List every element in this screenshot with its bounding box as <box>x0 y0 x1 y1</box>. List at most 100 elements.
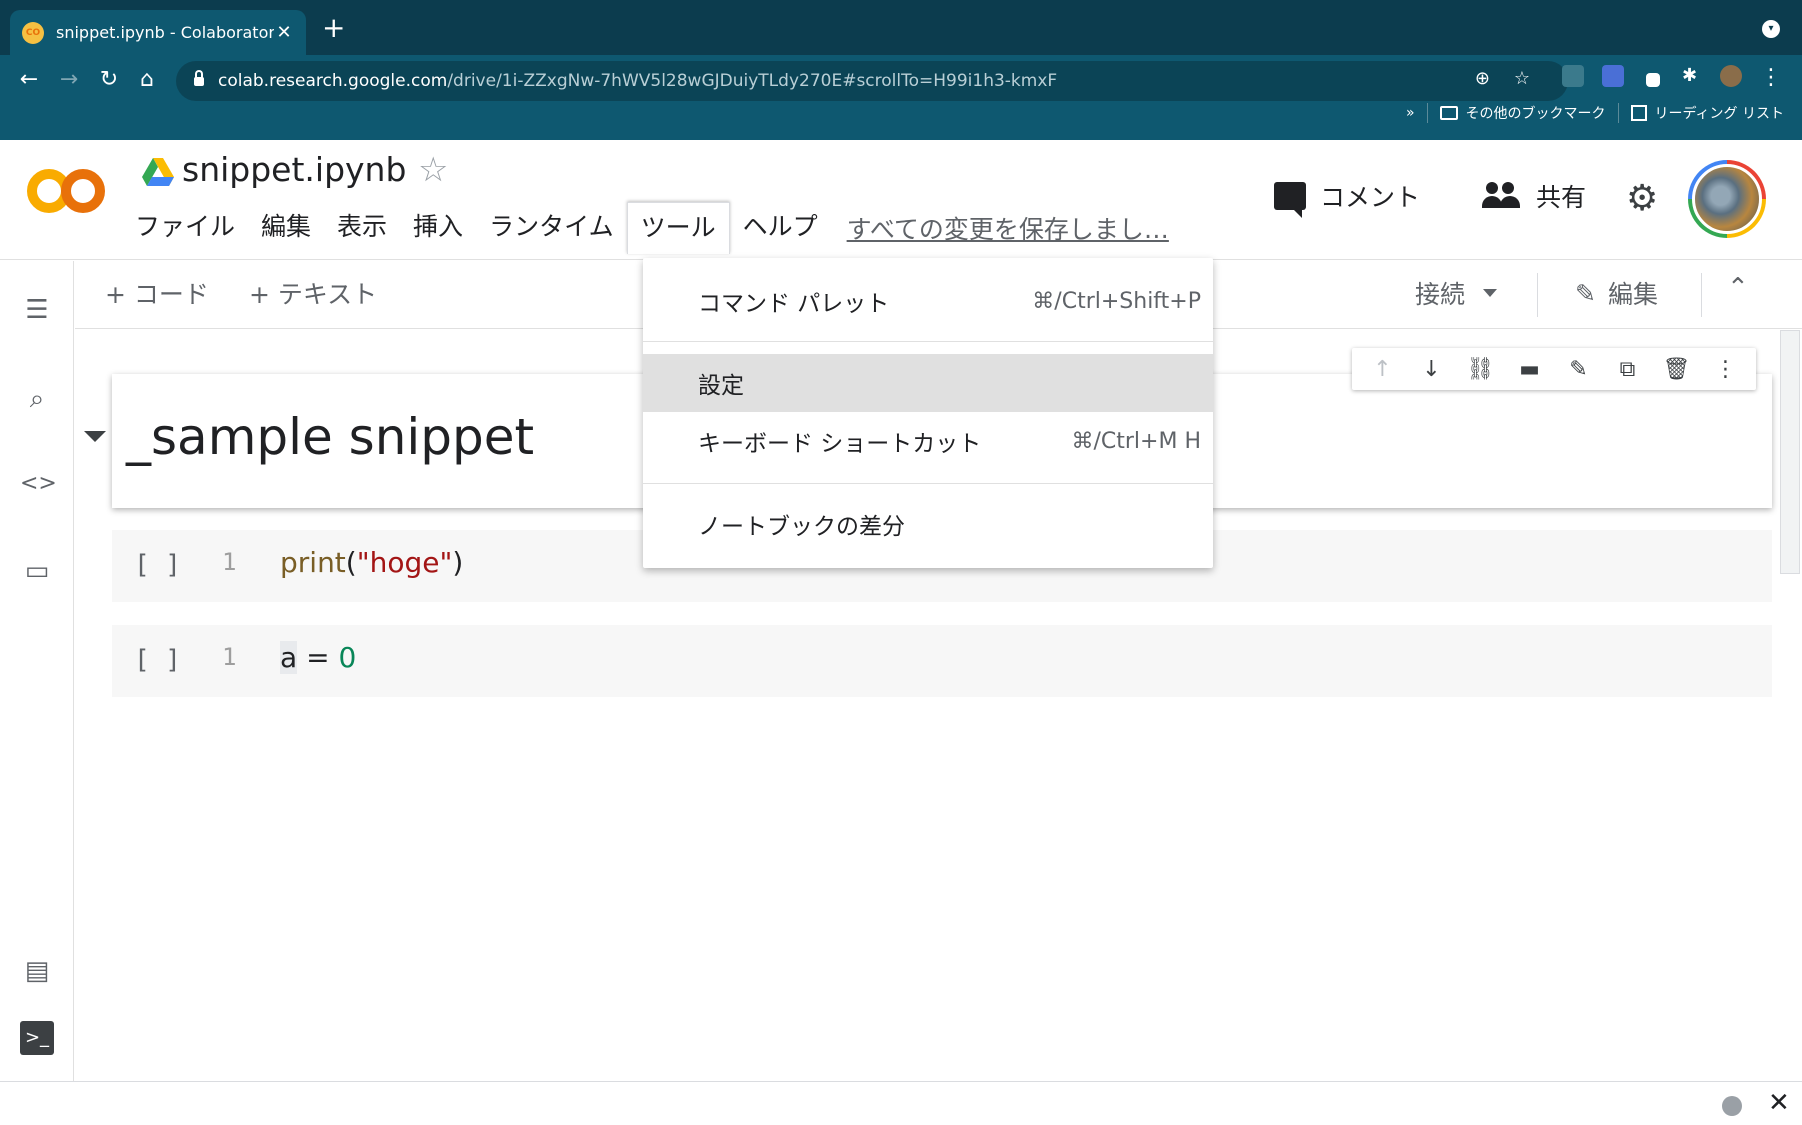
toolbar-divider <box>1701 273 1702 317</box>
bookmark-divider <box>1617 103 1619 123</box>
menu-tools[interactable]: ツール <box>626 202 730 254</box>
comment-icon[interactable]: ▬ <box>1513 357 1547 382</box>
status-indicator-icon <box>1722 1096 1742 1116</box>
browser-toolbar: ← → ↻ ⌂ colab.research.google.com /drive… <box>0 55 1802 140</box>
menu-notebook-diff[interactable]: ノートブックの差分 <box>643 495 1213 553</box>
google-drive-icon[interactable] <box>142 158 174 186</box>
cell-toolbar: ↑ ↓ ⛓ ▬ ✎ ⧉ 🗑 ⋮ <box>1352 348 1756 390</box>
address-bar[interactable]: colab.research.google.com /drive/1i-ZZxg… <box>176 61 1568 101</box>
zoom-icon[interactable]: ⊕ <box>1475 68 1490 89</box>
bookmark-reading-label: リーディング リスト <box>1654 106 1784 122</box>
menu-item-label: 設定 <box>698 373 744 399</box>
tab-search-icon[interactable]: ▾ <box>1762 20 1780 38</box>
menu-item-label: コマンド パレット <box>698 291 890 317</box>
menu-edit[interactable]: 編集 <box>248 202 324 254</box>
code-cell[interactable]: [ ] 1 a = 0 <box>112 625 1772 697</box>
trash-icon[interactable]: 🗑 <box>1660 357 1694 382</box>
star-icon[interactable]: ☆ <box>418 150 448 190</box>
reload-icon[interactable]: ↻ <box>92 63 126 97</box>
run-cell-button[interactable]: [ ] <box>134 550 181 580</box>
menu-divider <box>643 483 1213 484</box>
extensions-puzzle-icon[interactable]: ✱ <box>1682 65 1704 87</box>
url-host: colab.research.google.com <box>218 71 448 91</box>
menu-item-label: キーボード ショートカット <box>698 431 982 457</box>
run-cell-button[interactable]: [ ] <box>134 645 181 675</box>
code-snippets-icon[interactable]: <> <box>20 467 57 501</box>
section-heading: _sample snippet <box>126 408 535 466</box>
close-icon[interactable]: ✕ <box>1768 1088 1790 1118</box>
colab-favicon-icon: CO <box>22 21 44 44</box>
more-vert-icon[interactable]: ⋮ <box>1709 357 1743 382</box>
gear-icon[interactable]: ⚙ <box>1626 178 1658 219</box>
move-down-icon[interactable]: ↓ <box>1415 357 1449 382</box>
account-avatar[interactable] <box>1688 160 1766 238</box>
table-of-contents-icon[interactable]: ☰ <box>20 293 54 327</box>
menu-item-label: ノートブックの差分 <box>698 514 905 540</box>
menu-settings[interactable]: 設定 <box>643 354 1213 412</box>
share-button[interactable]: 共有 <box>1482 178 1586 214</box>
connect-label: 接続 <box>1415 280 1466 309</box>
extension-translate-icon[interactable] <box>1562 65 1584 87</box>
comment-icon <box>1274 182 1306 218</box>
extension-pen-icon[interactable] <box>1646 73 1660 87</box>
colab-logo-icon[interactable] <box>27 166 105 216</box>
folder-icon <box>1439 106 1458 120</box>
left-sidebar: ☰ ⌕ <> ▭ ▤ >_ <box>0 261 74 1081</box>
people-icon <box>1482 182 1522 210</box>
add-code-button[interactable]: + コード <box>105 275 209 311</box>
pencil-icon[interactable]: ✎ <box>1562 357 1596 382</box>
bookmarks-overflow-icon[interactable]: » <box>1406 105 1415 121</box>
pencil-icon: ✎ <box>1575 278 1596 308</box>
lock-icon <box>194 70 204 87</box>
share-label: 共有 <box>1536 183 1587 212</box>
save-status-link[interactable]: すべての変更を保存しまし… <box>847 210 1169 246</box>
menu-insert[interactable]: 挿入 <box>400 202 476 254</box>
menu-command-palette[interactable]: コマンド パレット ⌘/Ctrl+Shift+P <box>643 272 1213 330</box>
mirror-cell-icon[interactable]: ⧉ <box>1611 357 1645 382</box>
browser-tab[interactable]: CO snippet.ipynb - Colaboratory ✕ <box>10 10 306 55</box>
command-palette-icon[interactable]: ▤ <box>20 954 54 988</box>
code-editor[interactable]: a = 0 <box>280 641 356 674</box>
menu-item-shortcut: ⌘/Ctrl+Shift+P <box>1032 288 1201 314</box>
menu-runtime[interactable]: ランタイム <box>476 202 627 254</box>
tools-dropdown-menu: コマンド パレット ⌘/Ctrl+Shift+P 設定 キーボード ショートカッ… <box>643 258 1213 568</box>
extension-blue-icon[interactable] <box>1602 65 1624 87</box>
line-number: 1 <box>222 548 237 576</box>
browser-menu-icon[interactable]: ⋮ <box>1760 65 1782 90</box>
menu-help[interactable]: ヘルプ <box>730 202 831 254</box>
terminal-icon[interactable]: >_ <box>20 1021 54 1055</box>
menu-divider <box>643 341 1213 342</box>
add-text-button[interactable]: + テキスト <box>249 275 377 311</box>
search-icon[interactable]: ⌕ <box>20 382 54 416</box>
notebook-title[interactable]: snippet.ipynb <box>182 150 406 189</box>
new-tab-icon[interactable]: + <box>322 14 345 42</box>
section-collapse-icon[interactable] <box>84 431 106 442</box>
bookmarks-bar: » その他のブックマーク リーディング リスト <box>1406 95 1784 131</box>
profile-avatar-icon[interactable] <box>1720 65 1742 87</box>
scrollbar[interactable] <box>1780 330 1800 574</box>
connect-button[interactable]: 接続 <box>1415 275 1498 311</box>
chevron-down-icon[interactable] <box>1483 289 1498 297</box>
avatar-image <box>1692 164 1762 234</box>
menu-view[interactable]: 表示 <box>324 202 400 254</box>
bookmark-other[interactable]: その他のブックマーク <box>1439 103 1606 123</box>
comment-button[interactable]: コメント <box>1274 178 1421 218</box>
folder-icon[interactable]: ▭ <box>20 554 54 588</box>
edit-label: 編集 <box>1607 280 1658 309</box>
move-up-icon[interactable]: ↑ <box>1366 357 1400 382</box>
url-path: /drive/1i-ZZxgNw-7hWV5l28wGJDuiyTLdy270E… <box>447 71 1058 91</box>
back-arrow-icon[interactable]: ← <box>12 63 46 97</box>
bookmark-reading-list[interactable]: リーディング リスト <box>1630 103 1784 123</box>
link-icon[interactable]: ⛓ <box>1464 357 1498 382</box>
comment-label: コメント <box>1320 183 1421 212</box>
code-editor[interactable]: print("hoge") <box>280 546 463 579</box>
menu-keyboard-shortcuts[interactable]: キーボード ショートカット ⌘/Ctrl+M H <box>643 412 1213 470</box>
forward-arrow-icon[interactable]: → <box>52 63 86 97</box>
tab-close-icon[interactable]: ✕ <box>274 22 294 43</box>
edit-button[interactable]: ✎ 編集 <box>1575 275 1658 311</box>
menu-bar: ファイル 編集 表示 挿入 ランタイム ツール ヘルプ すべての変更を保存しまし… <box>122 202 1169 254</box>
bookmark-star-icon[interactable]: ☆ <box>1514 68 1530 89</box>
home-icon[interactable]: ⌂ <box>130 63 164 97</box>
menu-file[interactable]: ファイル <box>122 202 248 254</box>
chevron-up-icon[interactable]: ⌃ <box>1727 273 1749 303</box>
